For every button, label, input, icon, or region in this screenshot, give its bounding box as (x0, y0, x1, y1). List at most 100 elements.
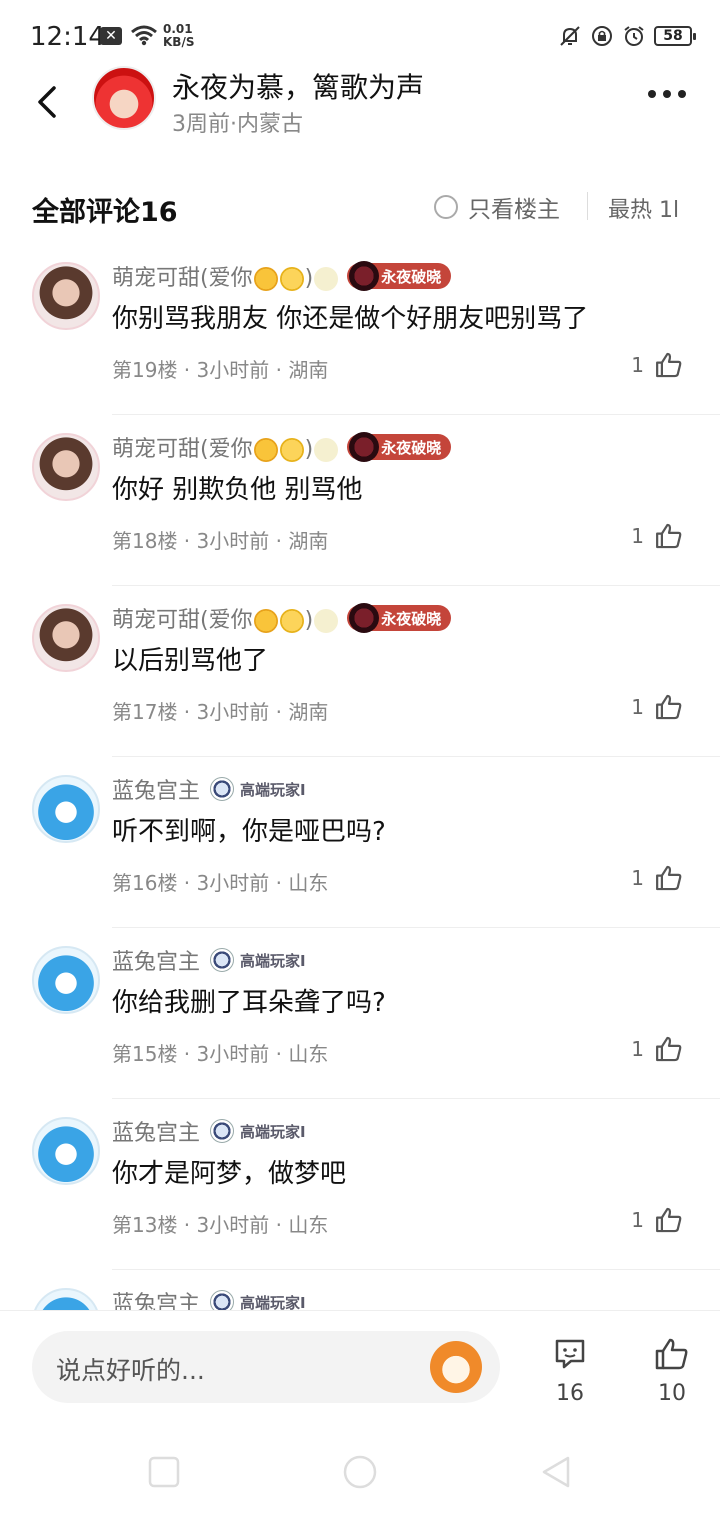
sparkle-emoji-icon (314, 609, 339, 633)
comment-like-button[interactable]: 1 (631, 350, 684, 380)
user-title-badge[interactable]: 永夜破晓 (347, 603, 452, 633)
user-title-badge[interactable]: 高端玩家I (210, 1119, 306, 1143)
commenter-avatar[interactable] (32, 1288, 100, 1310)
comment-text[interactable]: 以后别骂他了 (112, 640, 268, 677)
commenter-avatar[interactable] (32, 946, 100, 1014)
sort-selector[interactable]: 最热 1l (608, 192, 679, 224)
badge-icon (210, 777, 235, 801)
comment-text[interactable]: 你才是阿梦，做梦吧 (112, 1153, 346, 1190)
commenter-avatar[interactable] (32, 604, 100, 672)
comment-count: 16 (556, 1381, 584, 1406)
like-count: 10 (658, 1381, 686, 1406)
kissing-emoji-icon (279, 438, 304, 462)
comment-header: 萌宠可甜(爱你) 永夜破晓 (112, 260, 452, 292)
comment-meta: 第17楼 · 3小时前 · 湖南 (112, 700, 329, 724)
comment-like-button[interactable]: 1 (631, 692, 684, 722)
comment-username[interactable]: 萌宠可甜(爱你) (112, 602, 339, 634)
author-avatar[interactable] (92, 66, 156, 130)
recent-apps-icon[interactable] (146, 1454, 182, 1490)
comment-username[interactable]: 蓝兔宫主 (112, 1286, 200, 1310)
user-title-badge[interactable]: 永夜破晓 (347, 261, 452, 291)
author-meta: 3周前·内蒙古 (172, 112, 303, 137)
author-name[interactable]: 永夜为慕，篱歌为声 (172, 66, 424, 106)
comment-header: 萌宠可甜(爱你) 永夜破晓 (112, 602, 452, 634)
username-suffix: ) (304, 437, 314, 462)
badge-text: 永夜破晓 (381, 438, 442, 457)
dot (648, 90, 656, 98)
comment-like-button[interactable]: 1 (631, 521, 684, 551)
comment-like-count: 1 (631, 866, 644, 890)
comment-username[interactable]: 萌宠可甜(爱你) (112, 431, 339, 463)
like-post-button[interactable]: 10 (642, 1335, 702, 1406)
user-title-badge[interactable]: 高端玩家I (210, 777, 306, 801)
battery-icon: 58 (654, 26, 696, 46)
user-title-badge[interactable]: 永夜破晓 (347, 432, 452, 462)
comment-item[interactable]: 蓝兔宫主 高端玩家I 听不到啊，你是哑巴吗? 第16楼 · 3小时前 · 山东 1 (0, 757, 720, 928)
commenter-avatar[interactable] (32, 262, 100, 330)
comment-icon (555, 1339, 585, 1369)
thumbs-up-icon (655, 1338, 688, 1370)
comment-like-button[interactable]: 1 (631, 1034, 684, 1064)
radio-icon[interactable] (434, 195, 458, 219)
comment-like-count: 1 (631, 1037, 644, 1061)
username-suffix: ) (304, 608, 314, 633)
comment-item[interactable]: 萌宠可甜(爱你) 永夜破晓以后别骂他了第17楼 · 3小时前 · 湖南 1 (0, 586, 720, 757)
comment-item[interactable]: 蓝兔宫主 高端玩家I 你给我删了耳朵聋了吗? 第15楼 · 3小时前 · 山东 1 (0, 928, 720, 1099)
comment-header: 蓝兔宫主 高端玩家I (112, 1286, 306, 1310)
comment-header: 蓝兔宫主 高端玩家I (112, 773, 306, 805)
emoji-sticker-icon[interactable] (430, 1341, 482, 1393)
only-op-label: 只看楼主 (468, 197, 560, 223)
dot (678, 90, 686, 98)
heart-eyes-emoji-icon (253, 438, 278, 462)
comment-text[interactable]: 听不到啊，你是哑巴吗? (112, 811, 386, 848)
comment-count-button[interactable]: 16 (540, 1335, 600, 1406)
username-text: 萌宠可甜(爱你 (112, 437, 253, 462)
comment-meta: 第16楼 · 3小时前 · 山东 (112, 871, 329, 895)
comment-item[interactable]: 蓝兔宫主 高端玩家I (0, 1270, 720, 1310)
commenter-avatar[interactable] (32, 1117, 100, 1185)
username-text: 萌宠可甜(爱你 (112, 266, 253, 291)
comment-item[interactable]: 蓝兔宫主 高端玩家I 你才是阿梦，做梦吧 第13楼 · 3小时前 · 山东 1 (0, 1099, 720, 1270)
comment-like-count: 1 (631, 353, 644, 377)
comment-item[interactable]: 萌宠可甜(爱你) 永夜破晓你别骂我朋友 你还是做个好朋友吧别骂了第19楼 · 3小… (0, 244, 720, 415)
commenter-avatar[interactable] (32, 775, 100, 843)
badge-icon (210, 1119, 235, 1143)
badge-icon (210, 1290, 235, 1310)
thumbs-up-icon (656, 523, 682, 549)
heart-eyes-emoji-icon (253, 267, 278, 291)
comment-username[interactable]: 蓝兔宫主 (112, 1115, 200, 1147)
comment-like-button[interactable]: 1 (631, 1205, 684, 1235)
comment-username[interactable]: 蓝兔宫主 (112, 773, 200, 805)
home-icon[interactable] (342, 1454, 378, 1490)
divider (587, 192, 588, 220)
back-nav-icon[interactable] (538, 1454, 574, 1490)
comment-meta: 第19楼 · 3小时前 · 湖南 (112, 358, 329, 382)
comment-username[interactable]: 萌宠可甜(爱你) (112, 260, 339, 292)
comment-item[interactable]: 萌宠可甜(爱你) 永夜破晓 你好 别欺负他 别骂他第18楼 · 3小时前 · 湖南 1 (0, 415, 720, 586)
more-options-icon[interactable] (648, 90, 686, 98)
commenter-avatar[interactable] (32, 433, 100, 501)
comment-text[interactable]: 你给我删了耳朵聋了吗? (112, 982, 386, 1019)
username-suffix: ) (304, 266, 314, 291)
only-op-toggle[interactable]: 只看楼主 (434, 190, 560, 224)
comment-input-placeholder: 说点好听的... (56, 1356, 205, 1385)
comment-meta: 第15楼 · 3小时前 · 山东 (112, 1042, 329, 1066)
comment-text[interactable]: 你好 别欺负他 别骂他 (112, 469, 363, 506)
alarm-icon (624, 26, 644, 46)
comment-like-button[interactable]: 1 (631, 863, 684, 893)
comment-text[interactable]: 你别骂我朋友 你还是做个好朋友吧别骂了 (112, 298, 588, 335)
thumbs-up-icon (656, 1036, 682, 1062)
speed-unit: KB/S (163, 35, 195, 49)
comment-input[interactable]: 说点好听的... (32, 1331, 500, 1403)
user-title-badge[interactable]: 高端玩家I (210, 948, 306, 972)
back-arrow-icon[interactable] (30, 82, 70, 122)
thumbs-up-icon (656, 352, 682, 378)
user-title-badge[interactable]: 高端玩家I (210, 1290, 306, 1310)
thumbs-up-icon (656, 865, 682, 891)
comment-username[interactable]: 蓝兔宫主 (112, 944, 200, 976)
comment-header: 蓝兔宫主 高端玩家I (112, 944, 306, 976)
post-header: 永夜为慕，篱歌为声 3周前·内蒙古 (0, 60, 720, 150)
comment-meta: 第18楼 · 3小时前 · 湖南 (112, 529, 329, 553)
thumbs-up-icon (656, 1207, 682, 1233)
badge-text: 高端玩家I (240, 780, 306, 799)
